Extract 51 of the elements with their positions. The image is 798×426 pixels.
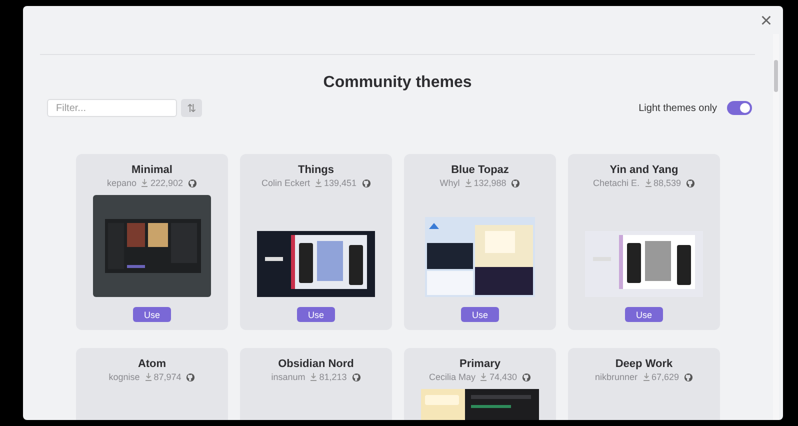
theme-name: Atom [138,357,166,371]
theme-name: Primary [460,357,500,371]
download-icon [144,373,152,381]
toggle-label: Light themes only [638,102,717,114]
github-icon[interactable] [188,178,198,188]
download-count: 67,629 [652,372,680,382]
theme-name: Things [298,163,334,177]
theme-author: Chetachi E. [592,178,640,188]
use-button[interactable]: Use [625,307,663,322]
theme-name: Yin and Yang [610,163,678,177]
close-button[interactable]: × [757,11,775,31]
theme-name: Minimal [132,163,172,177]
use-button[interactable]: Use [461,307,499,322]
sort-button[interactable]: ⇅ [181,99,202,117]
download-count: 74,430 [489,372,518,382]
download-icon [141,179,148,187]
github-icon[interactable] [186,372,196,382]
light-themes-toggle[interactable] [727,101,752,115]
download-icon [314,179,322,187]
github-icon[interactable] [684,372,694,382]
github-icon[interactable] [352,372,361,382]
dialog-title: Community themes [322,73,473,93]
github-icon[interactable] [686,178,696,188]
theme-author: kepano [106,178,136,188]
download-icon [644,179,652,187]
use-button[interactable]: Use [297,307,335,322]
download-count: 222,902 [150,178,184,188]
download-count: 87,974 [154,372,182,382]
download-icon [480,373,488,381]
theme-author: Whyl [440,178,460,188]
theme-author: insanum [271,372,306,382]
download-icon [642,373,650,381]
download-count: 88,539 [654,178,682,188]
use-button[interactable]: Use [133,307,171,322]
download-count: 139,451 [324,178,357,188]
theme-name: Deep Work [615,357,673,371]
github-icon[interactable] [522,372,532,382]
github-icon[interactable] [362,178,371,188]
download-icon [464,179,472,187]
filter-field[interactable]: Filter... [47,99,177,117]
scrollbar-thumb[interactable] [774,60,778,92]
theme-author: kognise [108,372,140,382]
download-icon [310,373,318,381]
theme-author: Colin Eckert [261,178,310,188]
theme-name: Blue Topaz [451,163,509,177]
download-count: 132,988 [474,178,506,188]
download-count: 81,213 [319,372,347,382]
theme-name: Obsidian Nord [278,357,354,371]
theme-author: nikbrunner [594,372,638,382]
theme-author: Cecilia May [428,372,476,382]
github-icon[interactable] [511,178,520,188]
